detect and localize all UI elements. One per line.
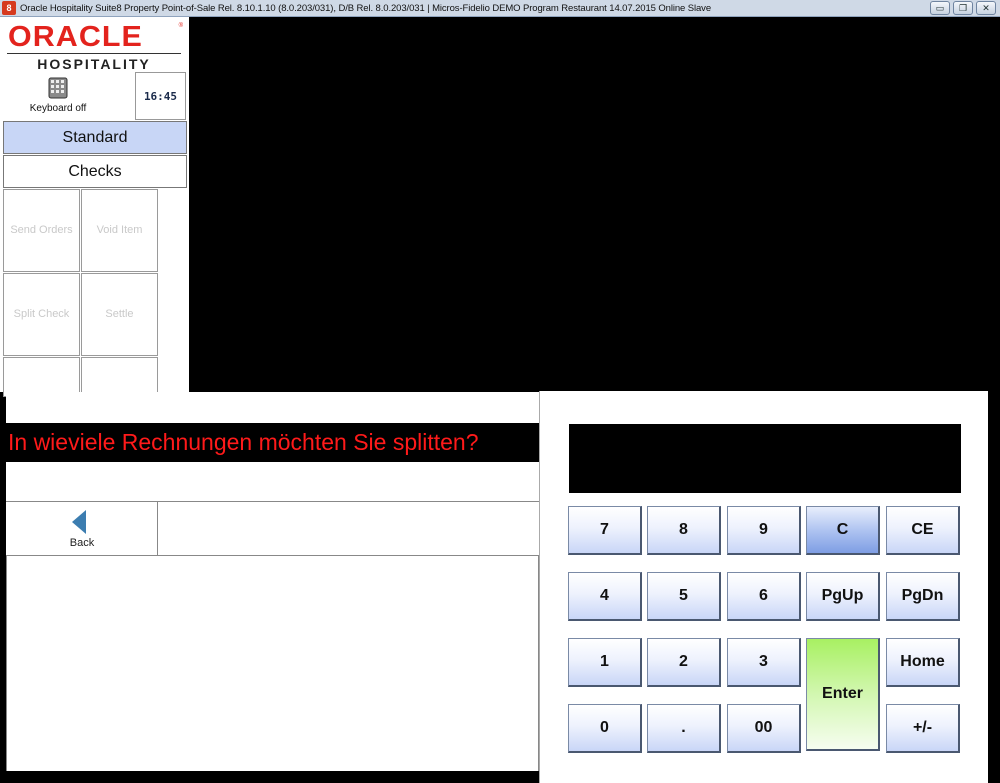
divider bbox=[158, 501, 539, 502]
minimize-button[interactable]: ▭ bbox=[930, 1, 950, 15]
settle-button[interactable]: Settle bbox=[81, 273, 158, 356]
window-title: Oracle Hospitality Suite8 Property Point… bbox=[20, 2, 712, 14]
function-button-empty[interactable] bbox=[3, 357, 80, 397]
function-button-empty[interactable] bbox=[81, 357, 158, 397]
bottom-strip bbox=[0, 771, 539, 783]
logo-subtitle: HOSPITALITY bbox=[37, 56, 151, 72]
key-00[interactable]: 00 bbox=[727, 704, 801, 753]
key-page-up[interactable]: PgUp bbox=[806, 572, 880, 621]
close-button[interactable]: ✕ bbox=[976, 1, 996, 15]
keyboard-icon bbox=[48, 77, 68, 99]
key-9[interactable]: 9 bbox=[727, 506, 801, 555]
window-controls: ▭ ❐ ✕ bbox=[930, 1, 996, 15]
send-orders-button[interactable]: Send Orders bbox=[3, 189, 80, 272]
key-5[interactable]: 5 bbox=[647, 572, 721, 621]
key-8[interactable]: 8 bbox=[647, 506, 721, 555]
key-decimal[interactable]: . bbox=[647, 704, 721, 753]
logo-brand: ORACLE bbox=[8, 21, 143, 53]
key-clear-entry[interactable]: CE bbox=[886, 506, 960, 555]
back-arrow-icon bbox=[72, 510, 86, 534]
key-page-down[interactable]: PgDn bbox=[886, 572, 960, 621]
key-0[interactable]: 0 bbox=[568, 704, 642, 753]
tab-checks[interactable]: Checks bbox=[3, 155, 187, 188]
logo-registered-mark: ® bbox=[178, 23, 183, 29]
pos-screen: 8 Oracle Hospitality Suite8 Property Poi… bbox=[0, 0, 1000, 783]
key-1[interactable]: 1 bbox=[568, 638, 642, 687]
numeric-input-display bbox=[569, 424, 961, 493]
key-3[interactable]: 3 bbox=[727, 638, 801, 687]
back-label: Back bbox=[69, 537, 95, 549]
key-6[interactable]: 6 bbox=[727, 572, 801, 621]
key-plus-minus[interactable]: +/- bbox=[886, 704, 960, 753]
void-item-button[interactable]: Void Item bbox=[81, 189, 158, 272]
back-button[interactable]: Back bbox=[6, 501, 158, 555]
restore-button[interactable]: ❐ bbox=[953, 1, 973, 15]
key-7[interactable]: 7 bbox=[568, 506, 642, 555]
keyboard-label: Keyboard off bbox=[29, 103, 87, 114]
clock: 16:45 bbox=[135, 72, 186, 120]
oracle-hospitality-logo: ORACLE ® HOSPITALITY bbox=[3, 20, 185, 72]
window-title-bar: 8 Oracle Hospitality Suite8 Property Poi… bbox=[0, 0, 1000, 17]
app-icon: 8 bbox=[2, 1, 16, 15]
key-enter[interactable]: Enter bbox=[806, 638, 880, 751]
logo-divider bbox=[7, 53, 181, 54]
left-panel: ORACLE ® HOSPITALITY Keyboard off 16:45 … bbox=[0, 17, 189, 397]
key-clear[interactable]: C bbox=[806, 506, 880, 555]
key-home[interactable]: Home bbox=[886, 638, 960, 687]
prompt-message: In wieviele Rechnungen möchten Sie split… bbox=[6, 423, 539, 462]
selection-list bbox=[6, 555, 539, 771]
split-check-button[interactable]: Split Check bbox=[3, 273, 80, 356]
keyboard-toggle[interactable]: Keyboard off bbox=[4, 73, 132, 119]
key-4[interactable]: 4 bbox=[568, 572, 642, 621]
tab-standard[interactable]: Standard bbox=[3, 121, 187, 154]
function-button-grid: Send Orders Void Item Split Check Settle bbox=[3, 189, 160, 397]
key-2[interactable]: 2 bbox=[647, 638, 721, 687]
